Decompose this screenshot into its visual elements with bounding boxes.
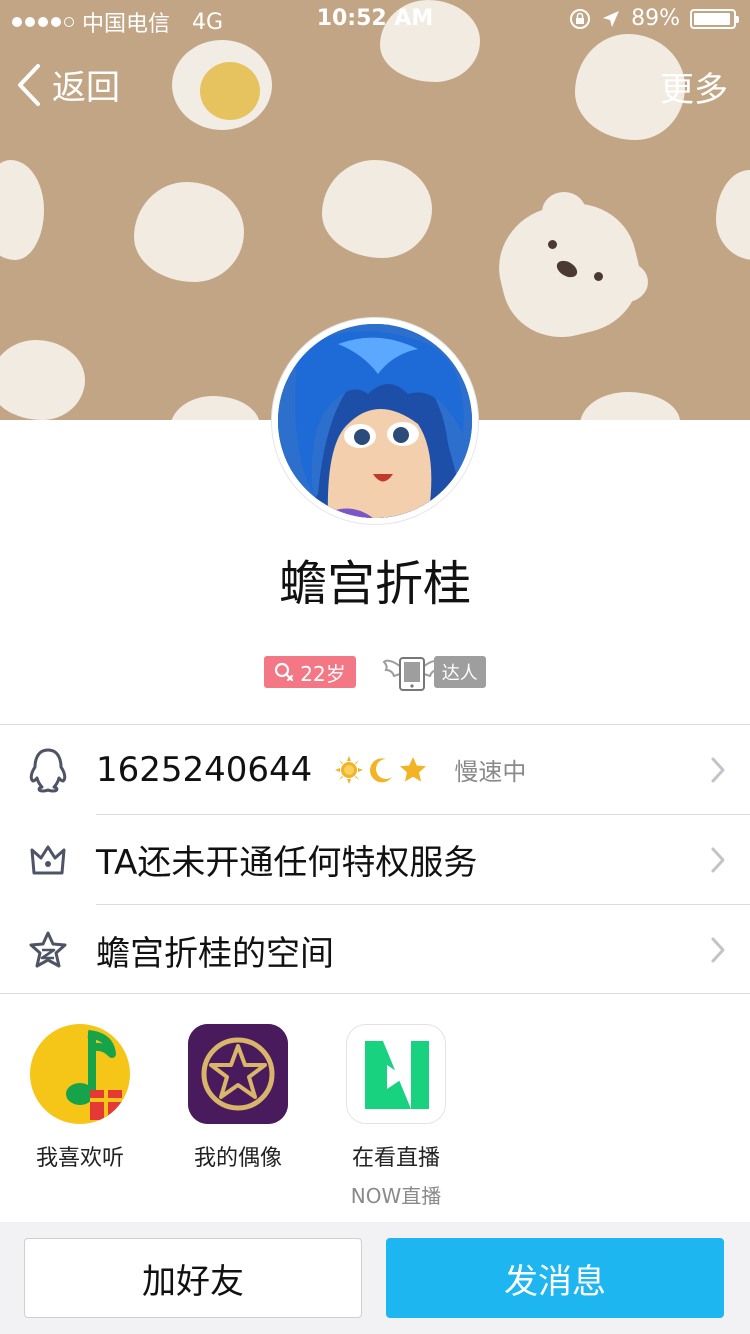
qq-number: 1625240644 <box>96 749 313 790</box>
send-message-button[interactable]: 发消息 <box>386 1238 724 1318</box>
app-grid: 我喜欢听 我的偶像 在看直播 NOW直播 <box>0 1024 750 1224</box>
back-label: 返回 <box>52 68 120 108</box>
divider <box>0 993 750 994</box>
qzone-row[interactable]: 蟾宫折桂的空间 <box>0 905 750 995</box>
back-button[interactable]: 返回 <box>16 60 120 109</box>
qzone-label: 蟾宫折桂的空间 <box>96 933 334 974</box>
moon-level-icon <box>370 757 393 782</box>
rotation-lock-icon <box>570 8 591 29</box>
app-sublabel: NOW直播 <box>350 1184 442 1208</box>
app-item-qqmusic[interactable]: 我喜欢听 <box>5 1024 155 1172</box>
add-friend-button[interactable]: 加好友 <box>24 1238 362 1318</box>
qq-music-icon <box>30 1024 130 1124</box>
app-item-idol[interactable]: 我的偶像 <box>163 1024 313 1172</box>
gender-search-icon <box>275 662 294 682</box>
age-label: 22岁 <box>300 661 346 686</box>
chevron-right-icon <box>711 847 725 873</box>
app-label: 在看直播 <box>351 1146 440 1171</box>
more-button[interactable]: 更多 <box>660 62 728 111</box>
app-item-now-live[interactable]: 在看直播 NOW直播 <box>321 1024 471 1209</box>
battery-percent: 89% <box>631 6 680 31</box>
battery-icon <box>690 8 739 29</box>
daren-badge[interactable]: 达人 <box>382 652 486 692</box>
now-logo-icon <box>347 1025 445 1123</box>
bun-decoration <box>0 340 85 420</box>
profile-badges: 22岁 达人 <box>0 652 750 692</box>
qq-level-icons <box>334 755 428 785</box>
chevron-left-icon <box>18 63 40 106</box>
bottom-action-bar: 加好友 发消息 <box>0 1222 750 1334</box>
app-label: 我的偶像 <box>193 1146 282 1171</box>
crown-icon <box>30 845 66 875</box>
idol-star-icon <box>188 1024 288 1124</box>
bun-decoration <box>170 396 260 420</box>
now-live-icon <box>346 1024 446 1124</box>
privilege-row[interactable]: TA还未开通任何特权服务 <box>0 815 750 905</box>
privilege-label: TA还未开通任何特权服务 <box>96 843 478 883</box>
qq-speed-status: 慢速中 <box>454 758 527 786</box>
bun-decoration <box>716 170 750 260</box>
bun-decoration <box>322 160 432 258</box>
bear-eye <box>548 240 557 249</box>
bear-eye <box>594 272 603 281</box>
bun-decoration <box>0 160 44 260</box>
avatar[interactable] <box>272 318 478 524</box>
sun-level-icon <box>335 755 364 784</box>
winged-phone-icon <box>382 657 442 691</box>
star-circle-icon <box>188 1024 288 1124</box>
chevron-right-icon <box>711 757 725 783</box>
penguin-icon <box>29 748 67 793</box>
age-badge: 22岁 <box>264 656 356 688</box>
bun-decoration <box>134 182 244 282</box>
qq-number-row[interactable]: 1625240644 慢速中 <box>0 725 750 815</box>
star-level-icon <box>400 756 427 781</box>
daren-label: 达人 <box>433 656 486 688</box>
status-bar: 中国电信 4G 10:52 AM 89% <box>0 0 750 40</box>
nickname: 蟾宫折桂 <box>278 556 471 612</box>
profile-info-list: 1625240644 慢速中 TA还未开通任何特权服务 蟾宫折桂的空间 <box>0 724 750 995</box>
music-note-icon <box>32 1026 128 1122</box>
bun-decoration <box>580 392 680 420</box>
chevron-right-icon <box>711 937 725 963</box>
location-icon <box>603 10 620 27</box>
avatar-image <box>278 324 472 518</box>
app-label: 我喜欢听 <box>35 1146 124 1171</box>
qzone-star-icon <box>29 931 67 968</box>
egg-yolk-decoration <box>200 62 260 120</box>
